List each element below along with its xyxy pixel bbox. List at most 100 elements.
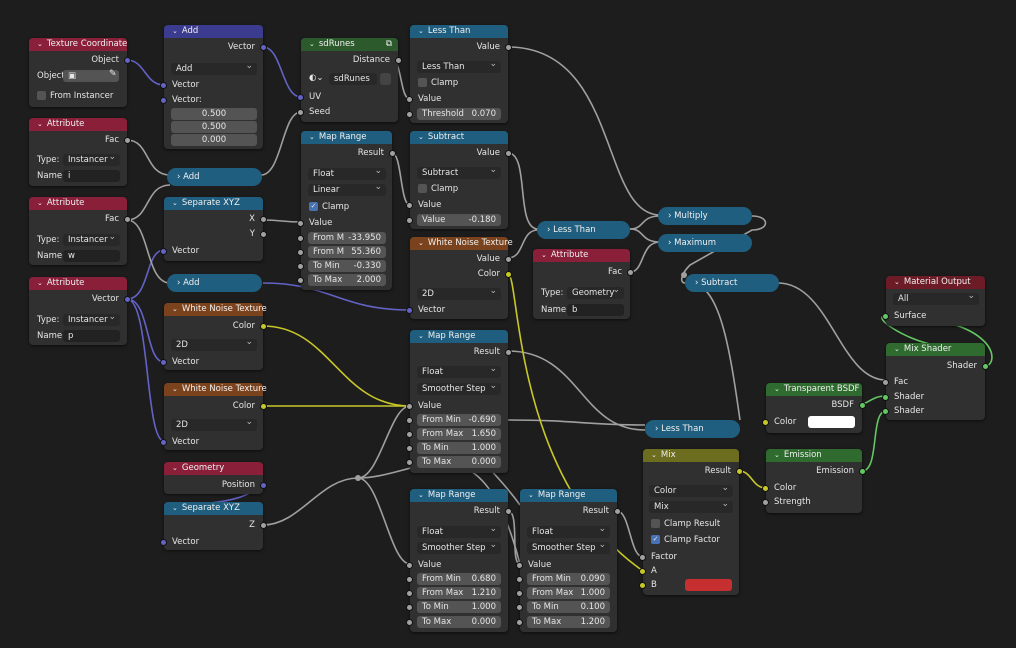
emission-node[interactable]: ⌄ Emission Emission Color Strength — [762, 449, 866, 513]
add-node-collapsed-1[interactable]: › Add — [167, 168, 262, 186]
white-noise-node-2[interactable]: ⌄White Noise Texture Color 2D Vector — [160, 303, 267, 370]
data-type-dropdown[interactable]: Color — [649, 482, 733, 497]
socket-result[interactable] — [505, 349, 512, 356]
collapse-icon[interactable]: ⌄ — [172, 25, 178, 38]
collapse-icon[interactable]: ⌄ — [774, 383, 780, 396]
collapse-icon[interactable]: ⌄ — [37, 197, 43, 210]
node-header[interactable]: ⌄ Attribute — [533, 249, 630, 262]
node-header[interactable]: ⌄ Material Output — [886, 276, 985, 289]
from-max-field[interactable]: From Max 1.650 — [417, 428, 501, 440]
socket-from-max[interactable] — [297, 249, 304, 256]
operation-dropdown[interactable]: Add — [171, 60, 257, 75]
expand-icon[interactable]: › — [668, 211, 671, 221]
socket-from-max[interactable] — [516, 590, 523, 597]
socket-from-min[interactable] — [516, 576, 523, 583]
interpolation-dropdown[interactable]: Smoother Step — [417, 380, 501, 395]
mix-node[interactable]: ⌄Mix Result Color Mix Clamp Result ✓Clam… — [639, 449, 743, 595]
socket-distance[interactable] — [395, 57, 402, 64]
from-instancer-checkbox[interactable] — [37, 91, 46, 100]
texture-coordinate-node[interactable]: ⌄ Texture Coordinate Object Object: ▣ ✎ F… — [29, 38, 131, 107]
collapse-icon[interactable]: ⌄ — [37, 38, 43, 51]
node-header[interactable]: ⌄ Texture Coordinate — [29, 38, 127, 51]
map-range-node-4[interactable]: ⌄Map Range Result Float Smoother Step Va… — [516, 489, 621, 632]
node-header[interactable]: ⌄ Transparent BSDF — [766, 383, 862, 396]
mix-shader-node[interactable]: ⌄ Mix Shader Shader Fac Shader Shader — [882, 343, 989, 420]
socket-result[interactable] — [505, 508, 512, 515]
from-max-field[interactable]: From Max 1.000 — [527, 587, 610, 599]
expand-icon[interactable]: › — [177, 172, 180, 182]
node-header[interactable]: ⌄ Less Than — [410, 25, 508, 38]
socket-factor[interactable] — [639, 554, 646, 561]
socket-color[interactable] — [762, 419, 769, 426]
expand-icon[interactable]: › — [695, 278, 698, 288]
to-max-field[interactable]: To Max 0.000 — [417, 456, 501, 468]
to-min-field[interactable]: To Min 1.000 — [417, 601, 501, 613]
map-range-node-1[interactable]: ⌄Map Range Result Float Linear ✓ Clamp Va… — [297, 131, 396, 290]
name-field[interactable]: w — [63, 250, 120, 262]
collapse-icon[interactable]: ⌄ — [541, 249, 547, 262]
socket-from-min[interactable] — [297, 235, 304, 242]
socket-value[interactable] — [297, 220, 304, 227]
node-header[interactable]: ⌄ Mix Shader — [886, 343, 985, 356]
color-swatch[interactable] — [808, 416, 855, 428]
socket-to-min[interactable] — [406, 445, 413, 452]
socket-object[interactable] — [124, 57, 131, 64]
socket-to-max[interactable] — [516, 619, 523, 626]
collapse-icon[interactable]: ⌄ — [172, 502, 178, 515]
node-tree-icon[interactable]: ◐⌄ — [309, 73, 324, 83]
expand-icon[interactable]: › — [655, 424, 658, 434]
socket-from-min[interactable] — [406, 417, 413, 424]
socket-b[interactable] — [639, 582, 646, 589]
interpolation-dropdown[interactable]: Smoother Step — [527, 539, 610, 554]
socket-vector-in2[interactable] — [160, 97, 167, 104]
socket-a[interactable] — [639, 568, 646, 575]
type-dropdown[interactable]: Instancer — [63, 311, 120, 326]
node-header[interactable]: ⌄ Map Range — [520, 489, 617, 502]
socket-value-in[interactable] — [406, 96, 413, 103]
socket-value[interactable] — [406, 403, 413, 410]
socket-value[interactable] — [505, 256, 512, 263]
socket-vector[interactable] — [160, 439, 167, 446]
node-header[interactable]: ⌄ White Noise Texture — [410, 237, 513, 250]
socket-color[interactable] — [762, 485, 769, 492]
to-min-field[interactable]: To Min -0.330 — [308, 260, 386, 272]
map-range-node-3[interactable]: ⌄Map Range Result Float Smoother Step Va… — [406, 489, 512, 632]
name-field[interactable]: i — [63, 170, 120, 182]
socket-to-max[interactable] — [406, 459, 413, 466]
node-header[interactable]: ⌄ Separate XYZ — [164, 502, 263, 515]
sdrunes-group-node[interactable]: ⌄ sdRunes ⧉ Distance ◐⌄ sdRunes UV Seed — [297, 38, 402, 122]
socket-value[interactable] — [406, 562, 413, 569]
socket-fac[interactable] — [627, 269, 634, 276]
type-dropdown[interactable]: Instancer — [63, 231, 120, 246]
socket-uv[interactable] — [297, 94, 304, 101]
socket-result[interactable] — [736, 468, 743, 475]
socket-vector[interactable] — [160, 539, 167, 546]
color-b-swatch[interactable] — [685, 579, 732, 591]
material-output-node[interactable]: ⌄Material Output All Surface — [882, 276, 985, 326]
socket-to-min[interactable] — [297, 263, 304, 270]
from-min-field[interactable]: From Min 0.090 — [527, 573, 610, 585]
less-than-node-collapsed-1[interactable]: › Less Than — [537, 221, 630, 239]
data-type-dropdown[interactable]: Float — [527, 523, 610, 538]
collapse-icon[interactable]: ⌄ — [528, 489, 534, 502]
socket-shader-2[interactable] — [882, 408, 889, 415]
vector-x-field[interactable]: 0.500 — [171, 108, 257, 120]
separate-xyz-node-2[interactable]: ⌄ Separate XYZ Z Vector — [160, 502, 267, 550]
socket-color[interactable] — [505, 271, 512, 278]
clamp-result-checkbox[interactable] — [651, 519, 660, 528]
interpolation-dropdown[interactable]: Smoother Step — [417, 539, 501, 554]
blend-mode-dropdown[interactable]: Mix — [649, 498, 733, 513]
socket-value-2[interactable] — [406, 217, 413, 224]
socket-threshold[interactable] — [406, 111, 413, 118]
data-type-dropdown[interactable]: Float — [308, 165, 386, 180]
clamp-checkbox[interactable]: ✓ — [309, 202, 318, 211]
socket-surface[interactable] — [882, 313, 889, 320]
from-min-field[interactable]: From Min 0.680 — [417, 573, 501, 585]
eyedropper-icon[interactable]: ✎ — [109, 69, 117, 79]
reroute-dot[interactable] — [681, 272, 687, 278]
socket-result[interactable] — [389, 150, 396, 157]
node-header[interactable]: ⌄ Geometry — [164, 462, 263, 475]
collapse-icon[interactable]: ⌄ — [37, 118, 43, 131]
node-header[interactable]: ⌄ sdRunes ⧉ — [301, 38, 398, 51]
node-header[interactable]: ⌄ Map Range — [410, 489, 508, 502]
